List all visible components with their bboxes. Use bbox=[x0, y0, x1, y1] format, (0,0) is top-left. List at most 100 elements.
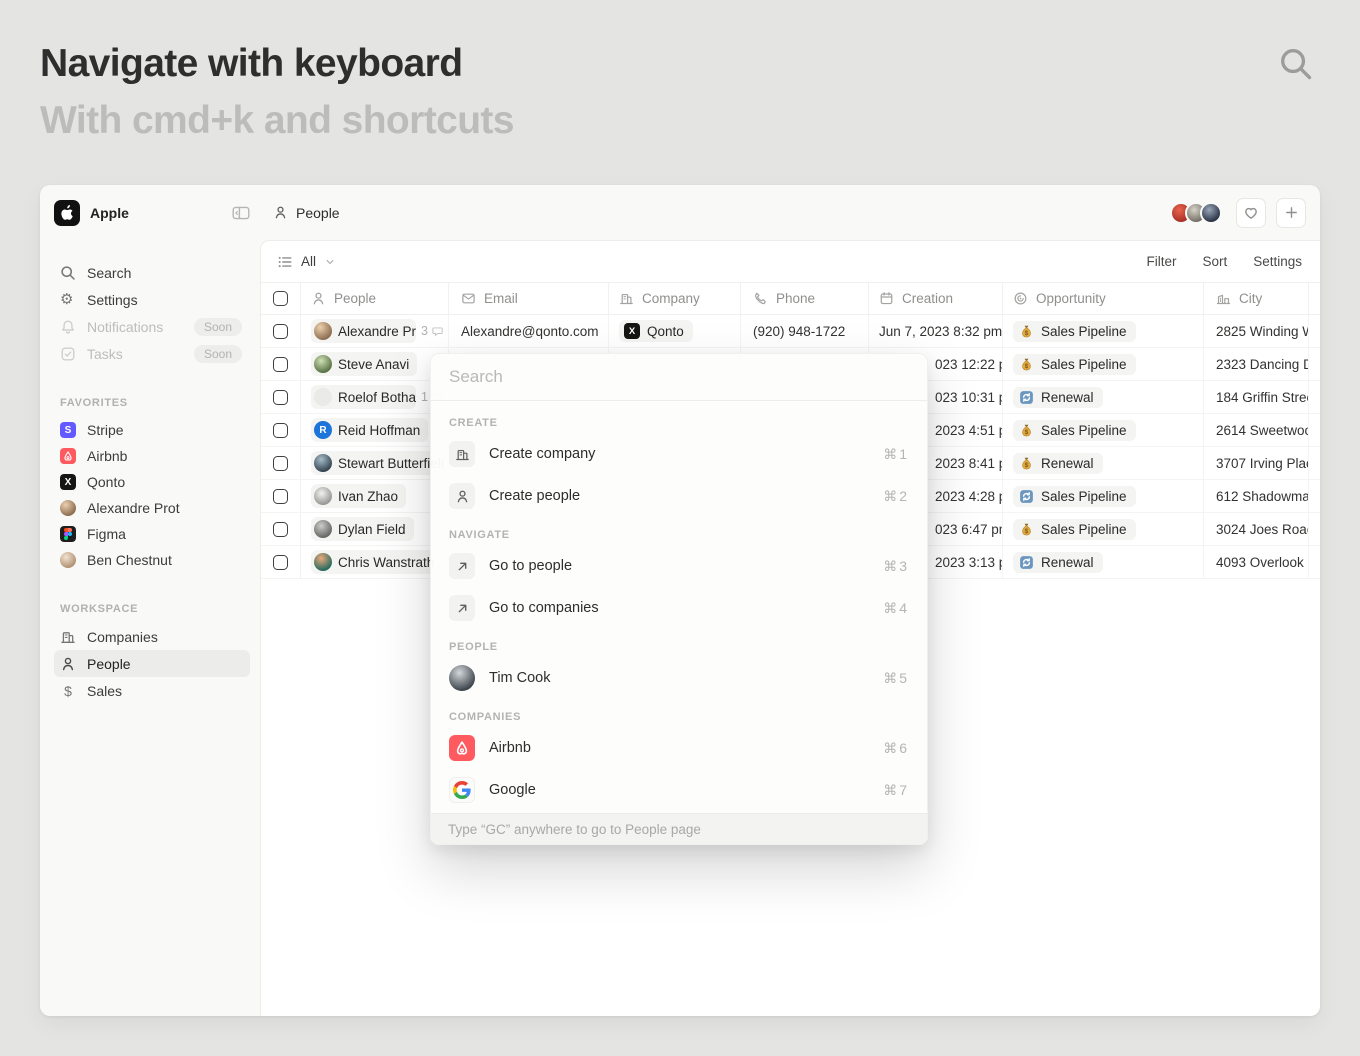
renewal-icon bbox=[1019, 555, 1034, 570]
person-chip[interactable]: Steve Anavi bbox=[311, 352, 417, 376]
settings-button[interactable]: Settings bbox=[1253, 254, 1302, 269]
opportunity-chip[interactable]: Sales Pipeline bbox=[1013, 519, 1136, 540]
sidebar-item-people[interactable]: People bbox=[54, 650, 250, 677]
add-button[interactable] bbox=[1276, 198, 1306, 228]
city-value: 3707 Irving Plac bbox=[1216, 456, 1309, 471]
soon-badge: Soon bbox=[194, 318, 242, 336]
command-go-to-companies[interactable]: Go to companies ⌘4 bbox=[447, 591, 911, 625]
shortcut-key: ⌘7 bbox=[883, 782, 909, 799]
command-open-tim-cook[interactable]: Tim Cook ⌘5 bbox=[447, 661, 911, 695]
opportunity-chip[interactable]: Sales Pipeline bbox=[1013, 486, 1136, 507]
sidebar-item-notifications[interactable]: Notifications Soon bbox=[54, 313, 250, 340]
opportunity-chip[interactable]: Renewal bbox=[1013, 552, 1103, 573]
row-checkbox[interactable] bbox=[273, 357, 288, 372]
renewal-icon bbox=[1019, 390, 1034, 405]
opportunity-chip[interactable]: Sales Pipeline bbox=[1013, 420, 1136, 441]
row-checkbox[interactable] bbox=[273, 456, 288, 471]
figma-logo-icon bbox=[60, 526, 76, 542]
comment-count: 3 bbox=[421, 324, 444, 338]
view-selector[interactable]: All bbox=[277, 254, 336, 270]
mail-icon bbox=[461, 291, 476, 306]
opportunity-chip[interactable]: Renewal bbox=[1013, 453, 1103, 474]
stripe-logo-icon: S bbox=[60, 422, 76, 438]
phone-icon bbox=[753, 291, 768, 306]
search-icon[interactable] bbox=[1278, 46, 1314, 82]
person-chip[interactable]: Ivan Zhao bbox=[311, 484, 406, 508]
person-icon bbox=[60, 656, 76, 672]
sidebar-item-tasks[interactable]: Tasks Soon bbox=[54, 340, 250, 367]
city-value: 3024 Joes Road bbox=[1216, 522, 1309, 537]
section-label-companies: COMPANIES bbox=[447, 711, 911, 723]
city-value: 2323 Dancing D bbox=[1216, 357, 1309, 372]
sidebar-item-ben-chestnut[interactable]: Ben Chestnut bbox=[54, 547, 250, 573]
filter-button[interactable]: Filter bbox=[1146, 254, 1176, 269]
person-chip[interactable]: Chris Wanstrath bbox=[311, 550, 442, 574]
favorites-label: FAVORITES bbox=[60, 397, 250, 409]
select-all-checkbox[interactable] bbox=[273, 291, 288, 306]
opportunity-chip[interactable]: Sales Pipeline bbox=[1013, 321, 1136, 342]
table-row[interactable]: Alexandre Prot 3 Alexandre@qonto.com XQo… bbox=[261, 315, 1320, 348]
person-chip[interactable]: Alexandre Prot bbox=[311, 319, 416, 343]
column-header-company[interactable]: Company bbox=[609, 283, 741, 314]
row-checkbox[interactable] bbox=[273, 390, 288, 405]
sidebar-item-airbnb[interactable]: Airbnb bbox=[54, 443, 250, 469]
favorite-button[interactable] bbox=[1236, 198, 1266, 228]
moneybag-icon bbox=[1019, 423, 1034, 438]
sidebar-item-stripe[interactable]: S Stripe bbox=[54, 417, 250, 443]
airbnb-logo-icon bbox=[449, 735, 475, 761]
opportunity-chip[interactable]: Sales Pipeline bbox=[1013, 354, 1136, 375]
row-checkbox[interactable] bbox=[273, 423, 288, 438]
window-topbar: People bbox=[260, 185, 1320, 240]
command-go-to-people[interactable]: Go to people ⌘3 bbox=[447, 549, 911, 583]
moneybag-icon bbox=[1019, 456, 1034, 471]
person-chip[interactable]: Dylan Field bbox=[311, 517, 414, 541]
heart-icon bbox=[1243, 205, 1259, 221]
column-header-creation[interactable]: Creation bbox=[869, 283, 1003, 314]
person-icon bbox=[449, 483, 475, 509]
plus-icon bbox=[1284, 205, 1299, 220]
command-search[interactable] bbox=[431, 354, 927, 401]
sidebar-item-alexandre-prot[interactable]: Alexandre Prot bbox=[54, 495, 250, 521]
workspace-header[interactable]: Apple bbox=[54, 199, 250, 227]
check-square-icon bbox=[60, 346, 76, 362]
command-create-company[interactable]: Create company ⌘1 bbox=[447, 437, 911, 471]
column-header-city[interactable]: City bbox=[1204, 283, 1309, 314]
command-create-people[interactable]: Create people ⌘2 bbox=[447, 479, 911, 513]
row-checkbox[interactable] bbox=[273, 489, 288, 504]
command-open-airbnb[interactable]: Airbnb ⌘6 bbox=[447, 731, 911, 765]
company-chip[interactable]: XQonto bbox=[619, 320, 693, 342]
sidebar-item-qonto[interactable]: X Qonto bbox=[54, 469, 250, 495]
section-label-create: CREATE bbox=[447, 417, 911, 429]
person-icon bbox=[273, 205, 288, 220]
person-chip[interactable]: Stewart Butterfield bbox=[311, 451, 444, 475]
sidebar-item-settings[interactable]: ⚙ Settings bbox=[54, 286, 250, 313]
command-search-input[interactable] bbox=[449, 367, 909, 387]
city-value: 184 Griffin Stree bbox=[1216, 390, 1309, 405]
collapse-sidebar-icon[interactable] bbox=[232, 205, 250, 221]
row-checkbox[interactable] bbox=[273, 522, 288, 537]
sidebar-item-figma[interactable]: Figma bbox=[54, 521, 250, 547]
breadcrumb[interactable]: People bbox=[273, 205, 340, 221]
airbnb-logo-icon bbox=[60, 448, 76, 464]
sidebar-item-companies[interactable]: Companies bbox=[54, 623, 250, 650]
phone-value: (920) 948-1722 bbox=[753, 324, 845, 339]
sidebar-item-sales[interactable]: $ Sales bbox=[54, 677, 250, 704]
row-checkbox[interactable] bbox=[273, 324, 288, 339]
person-chip[interactable]: Roelof Botha bbox=[311, 385, 416, 409]
row-checkbox[interactable] bbox=[273, 555, 288, 570]
creation-value: 2023 3:13 pm bbox=[935, 555, 1003, 570]
command-open-google[interactable]: Google ⌘7 bbox=[447, 773, 911, 807]
opportunity-chip[interactable]: Renewal bbox=[1013, 387, 1103, 408]
building-icon bbox=[60, 629, 76, 645]
column-header-people[interactable]: People bbox=[301, 283, 449, 314]
person-chip[interactable]: RReid Hoffman bbox=[311, 418, 428, 442]
shortcut-key: ⌘5 bbox=[883, 670, 909, 687]
gear-icon: ⚙ bbox=[60, 292, 76, 308]
column-header-opportunity[interactable]: Opportunity bbox=[1003, 283, 1204, 314]
column-header-phone[interactable]: Phone bbox=[741, 283, 869, 314]
sort-button[interactable]: Sort bbox=[1202, 254, 1227, 269]
shortcut-key: ⌘3 bbox=[883, 558, 909, 575]
arrow-up-right-icon bbox=[449, 553, 475, 579]
sidebar-item-search[interactable]: Search bbox=[54, 259, 250, 286]
column-header-email[interactable]: Email bbox=[449, 283, 609, 314]
